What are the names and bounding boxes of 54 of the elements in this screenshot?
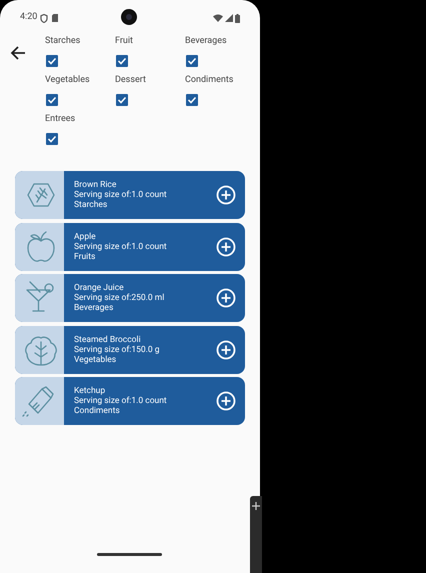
back-arrow-icon bbox=[10, 46, 26, 60]
checkbox[interactable] bbox=[186, 94, 198, 106]
food-card[interactable]: Steamed Broccoli Serving size of:150.0 g Vegetables bbox=[15, 326, 245, 374]
food-card[interactable]: Brown Rice Serving size of:1.0 count Starches bbox=[15, 171, 245, 219]
plus-circle-icon bbox=[216, 185, 236, 205]
serving-size: Serving size of:1.0 count bbox=[74, 190, 167, 200]
food-category: Starches bbox=[74, 200, 108, 210]
serving-size: Serving size of:150.0 g bbox=[74, 344, 160, 354]
serving-size: Serving size of:1.0 count bbox=[74, 242, 167, 252]
food-card[interactable]: Ketchup Serving size of:1.0 count Condiments bbox=[15, 377, 245, 425]
checkbox[interactable] bbox=[46, 94, 58, 106]
food-name: Brown Rice bbox=[74, 180, 116, 190]
camera-icon bbox=[121, 9, 137, 25]
plus-circle-icon bbox=[216, 236, 236, 256]
plus-circle-icon bbox=[216, 340, 236, 360]
plus-circle-icon bbox=[216, 288, 236, 308]
filter-label: Starches bbox=[45, 36, 80, 47]
checkbox[interactable] bbox=[116, 55, 128, 67]
add-button[interactable] bbox=[216, 391, 236, 411]
food-card[interactable]: Orange Juice Serving size of:250.0 ml Beverages bbox=[15, 274, 245, 322]
filter-label: Beverages bbox=[185, 36, 227, 47]
food-category: Condiments bbox=[74, 406, 120, 416]
filter-label: Dessert bbox=[115, 75, 146, 86]
checkbox[interactable] bbox=[116, 94, 128, 106]
add-button[interactable] bbox=[216, 236, 236, 256]
filter-label: Condiments bbox=[185, 75, 234, 86]
shield-icon bbox=[40, 14, 48, 22]
filter-label: Vegetables bbox=[45, 75, 90, 86]
back-button[interactable] bbox=[9, 44, 27, 62]
plus-icon[interactable] bbox=[252, 502, 260, 510]
food-card[interactable]: Apple Serving size of:1.0 count Fruits bbox=[15, 222, 245, 270]
checkbox[interactable] bbox=[186, 55, 198, 67]
food-name: Orange Juice bbox=[74, 283, 124, 293]
filter-label: Fruit bbox=[115, 36, 134, 47]
plus-circle-icon bbox=[216, 391, 236, 411]
food-category: Beverages bbox=[74, 303, 114, 313]
food-category: Vegetables bbox=[74, 354, 116, 364]
sd-card-icon bbox=[52, 14, 58, 22]
add-button[interactable] bbox=[216, 288, 236, 308]
food-name: Ketchup bbox=[74, 386, 106, 396]
food-name: Steamed Broccoli bbox=[74, 334, 141, 344]
battery-icon bbox=[235, 14, 240, 22]
serving-size: Serving size of:1.0 count bbox=[74, 396, 167, 406]
status-time: 4:20 bbox=[20, 11, 38, 24]
add-button[interactable] bbox=[216, 185, 236, 205]
wifi-icon bbox=[213, 14, 223, 22]
add-button[interactable] bbox=[216, 340, 236, 360]
filter-label: Entrees bbox=[45, 114, 76, 125]
food-category: Fruits bbox=[74, 252, 96, 262]
checkbox[interactable] bbox=[46, 55, 58, 67]
signal-icon bbox=[225, 14, 233, 22]
serving-size: Serving size of:250.0 ml bbox=[74, 293, 164, 303]
checkbox[interactable] bbox=[46, 133, 58, 145]
food-name: Apple bbox=[74, 232, 96, 242]
